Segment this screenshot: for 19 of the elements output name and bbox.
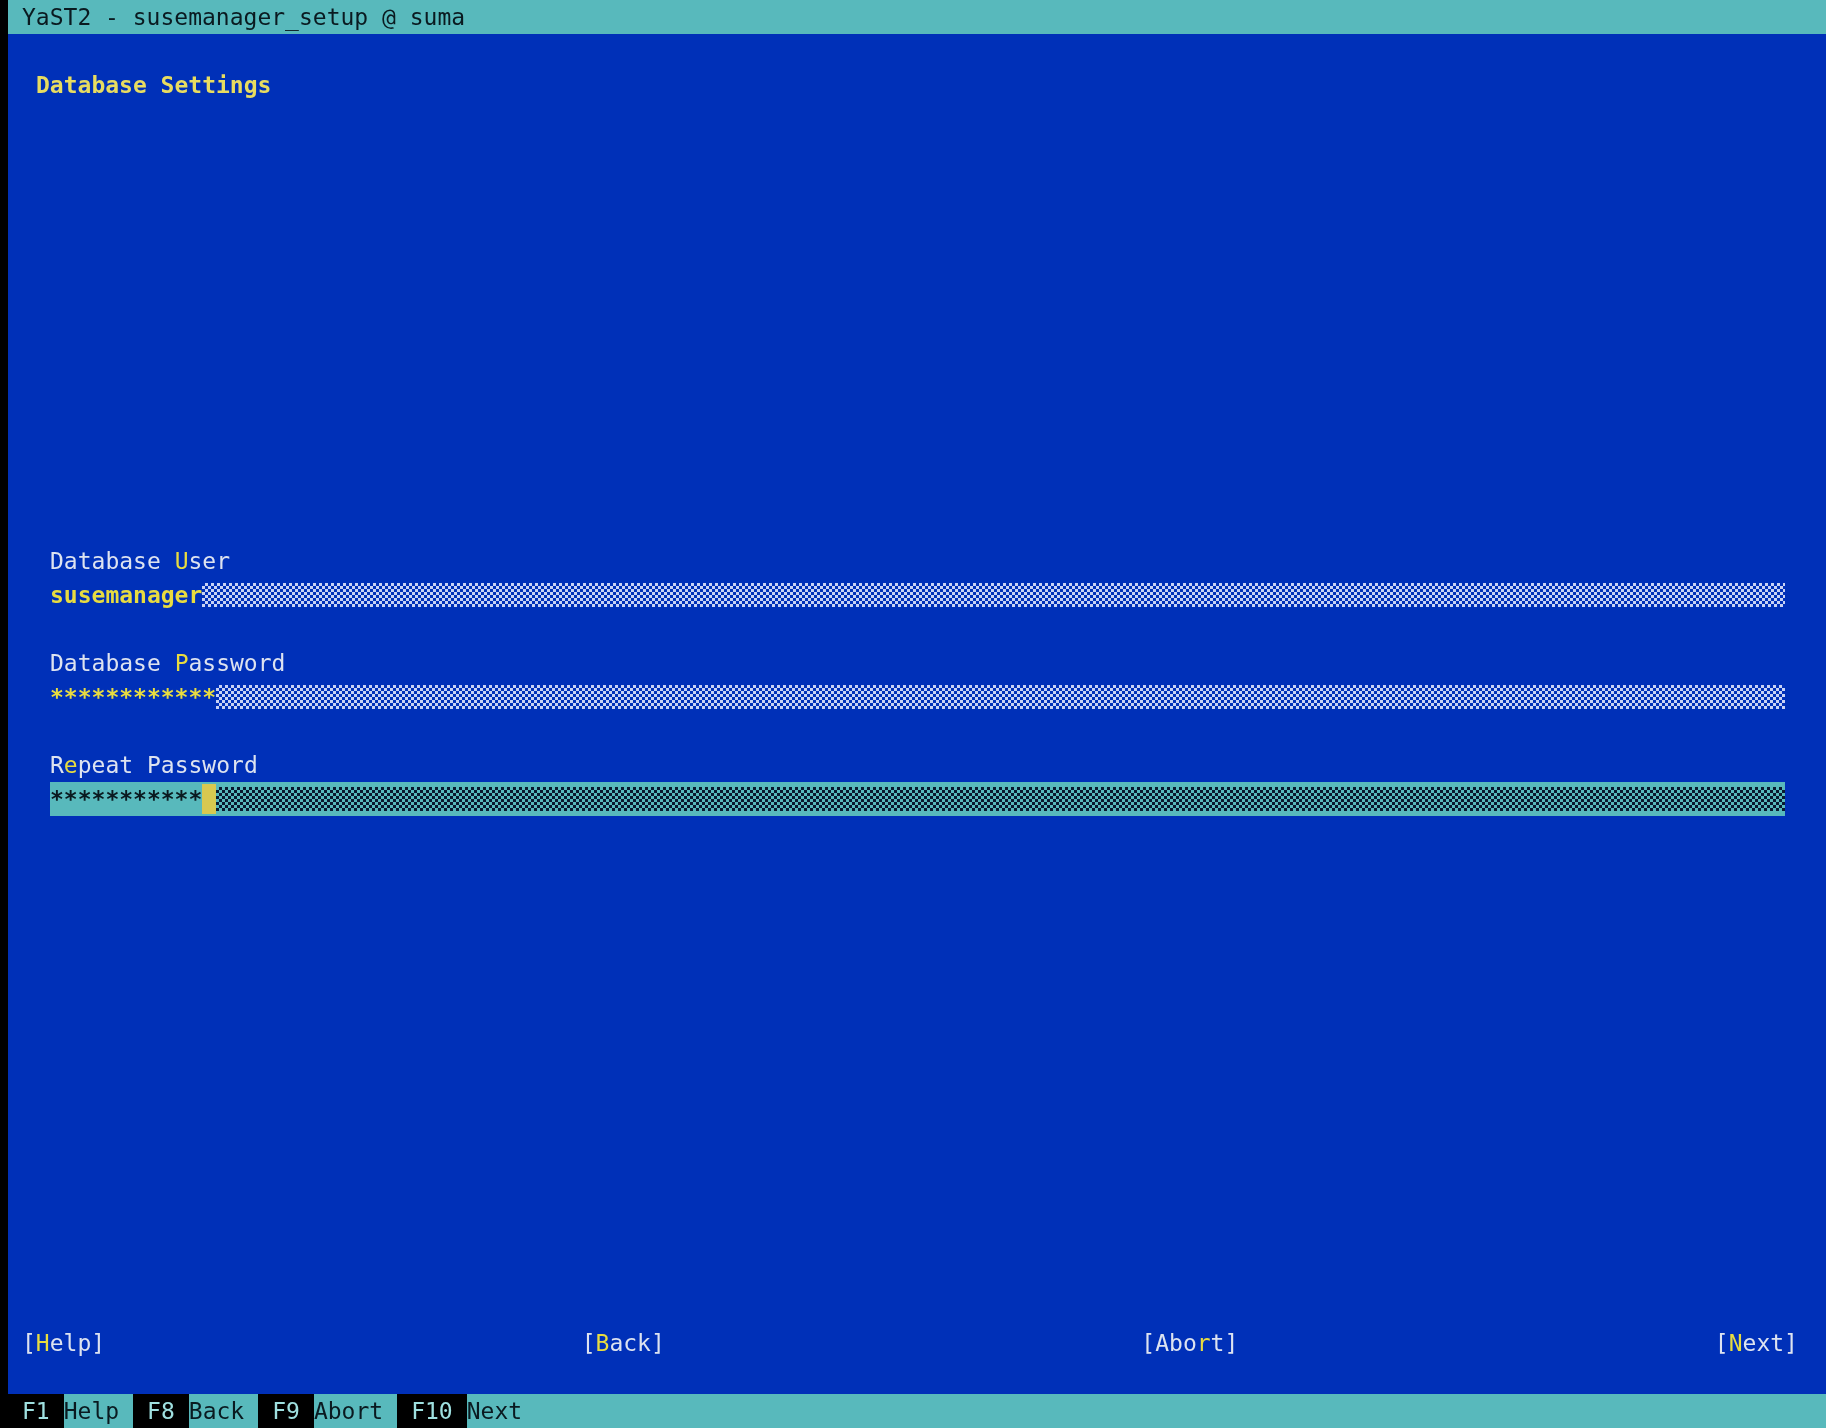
- field-label: Repeat Password: [50, 751, 258, 780]
- dialog-heading: Database Settings: [35, 71, 272, 100]
- function-key-action[interactable]: Abort: [313, 1394, 398, 1428]
- function-key-action[interactable]: Help: [63, 1394, 134, 1428]
- input-field[interactable]: ***********: [50, 782, 1785, 816]
- function-key: F9: [258, 1394, 314, 1428]
- function-key-action[interactable]: Next: [466, 1394, 537, 1428]
- field-label: Database Password: [50, 649, 286, 678]
- function-key: F8: [133, 1394, 189, 1428]
- function-key: F1: [8, 1394, 64, 1428]
- function-key-action[interactable]: Back: [188, 1394, 259, 1428]
- dialog-button[interactable]: [Back]: [581, 1326, 665, 1360]
- window-title: YaST2 - susemanager_setup @ suma: [22, 4, 466, 30]
- function-key: F10: [397, 1394, 467, 1428]
- field-label: Database User: [50, 547, 231, 576]
- text-cursor: [202, 784, 217, 814]
- dialog-button[interactable]: [Next]: [1714, 1326, 1798, 1360]
- dialog-button[interactable]: [Help]: [22, 1326, 106, 1360]
- dialog-button[interactable]: [Abort]: [1141, 1326, 1239, 1360]
